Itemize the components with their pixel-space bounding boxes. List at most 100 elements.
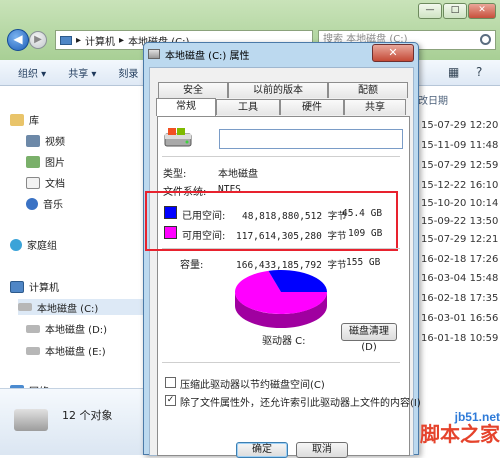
date-cell: 15-11-09 11:48: [421, 140, 499, 151]
compress-label: 压缩此驱动器以节约磁盘空间(C): [180, 380, 325, 391]
close-icon: ✕: [388, 46, 398, 59]
volume-name-input[interactable]: [219, 129, 403, 149]
index-label: 除了文件属性外，还允许索引此驱动器上文件的内容(I): [180, 398, 421, 409]
ok-button[interactable]: 确定: [236, 442, 288, 458]
computer-icon: [10, 280, 24, 293]
cancel-button[interactable]: 取消: [296, 442, 348, 458]
music-icon: [26, 197, 38, 210]
sidebar-item-computer[interactable]: 计算机: [10, 279, 59, 294]
item-count: 12 个对象: [62, 409, 113, 422]
dialog-title: 本地磁盘 (C:) 属性: [165, 50, 250, 62]
video-icon: [26, 134, 40, 147]
column-header-date[interactable]: 改日期: [418, 92, 448, 107]
chevron-right-icon: ▸: [119, 34, 125, 46]
sidebar-item-homegroup[interactable]: 家庭组: [10, 237, 57, 252]
chevron-right-icon: ▸: [76, 34, 82, 46]
watermark-site: jb51.net: [454, 410, 500, 424]
type-value: 本地磁盘: [218, 169, 258, 180]
back-button[interactable]: ◀: [7, 29, 29, 51]
type-label: 类型:: [163, 169, 187, 180]
tab-sharing[interactable]: 共享: [344, 99, 406, 115]
document-icon: [26, 176, 40, 189]
used-space-label: 已用空间:: [182, 211, 226, 222]
sidebar-label: 库: [29, 116, 39, 127]
sidebar-label: 本地磁盘 (D:): [45, 325, 108, 336]
drive-label: 驱动器 C:: [262, 336, 306, 347]
computer-icon: [60, 35, 72, 45]
sidebar-item-music[interactable]: 音乐: [26, 196, 63, 211]
free-space-bytes: 117,614,305,280 字节: [236, 231, 347, 242]
sidebar-label: 音乐: [43, 200, 63, 211]
date-cell: 15-09-22 13:50: [421, 216, 499, 227]
sidebar-label: 本地磁盘 (E:): [45, 347, 106, 358]
arrow-left-icon: ◀: [13, 32, 23, 46]
used-space-size: 45.4 GB: [342, 208, 383, 219]
capacity-size: 155 GB: [346, 257, 381, 268]
used-space-swatch: [164, 206, 177, 219]
divider: [162, 362, 400, 363]
share-label: 共享: [68, 69, 89, 80]
help-icon[interactable]: ?: [476, 65, 492, 81]
used-space-bytes: 48,818,880,512 字节: [242, 211, 347, 222]
sidebar-label: 计算机: [29, 283, 59, 294]
close-button[interactable]: ✕: [468, 3, 496, 19]
check-icon: ✓: [166, 395, 175, 405]
date-cell: 16-03-01 16:56: [421, 313, 499, 324]
free-space-swatch: [164, 226, 177, 239]
compress-checkbox[interactable]: [165, 377, 176, 388]
view-options-icon[interactable]: ▦: [448, 65, 464, 81]
organize-label: 组织: [18, 69, 38, 80]
disk-usage-pie-chart: [235, 270, 327, 328]
date-cell: 15-12-22 16:10: [421, 180, 499, 191]
drive-icon: [14, 409, 48, 431]
sidebar-item-videos[interactable]: 视频: [26, 133, 65, 148]
date-cell: 16-01-18 10:59: [421, 333, 499, 344]
divider: [162, 156, 400, 157]
drive-icon: [18, 303, 32, 311]
free-space-size: 109 GB: [348, 228, 383, 239]
disk-cleanup-button[interactable]: 磁盘清理(D): [341, 323, 397, 353]
arrow-right-icon: ▶: [34, 34, 42, 45]
sidebar-item-pictures[interactable]: 图片: [26, 154, 65, 169]
drive-icon: [26, 346, 40, 355]
tab-security[interactable]: 安全: [158, 82, 228, 98]
date-cell: 15-07-29 12:21: [421, 234, 499, 245]
dialog-close-button[interactable]: ✕: [372, 44, 414, 62]
free-space-label: 可用空间:: [182, 231, 226, 242]
sidebar-label: 家庭组: [27, 241, 57, 252]
date-cell: 16-02-18 17:35: [421, 293, 499, 304]
watermark: jb51.net 脚本之家: [372, 410, 500, 455]
dialog-title-bar[interactable]: 本地磁盘 (C:) 属性: [148, 45, 250, 63]
breadcrumb-computer[interactable]: 计算机: [85, 33, 115, 48]
sidebar-item-library[interactable]: 库: [10, 112, 39, 127]
drive-icon: [26, 324, 40, 333]
divider: [162, 248, 400, 249]
sidebar-item-drive-d[interactable]: 本地磁盘 (D:): [26, 321, 107, 336]
burn-button[interactable]: 刻录: [118, 65, 138, 80]
tab-hardware[interactable]: 硬件: [280, 99, 344, 115]
watermark-name: 脚本之家: [420, 424, 500, 446]
sidebar-item-drive-c[interactable]: 本地磁盘 (C:): [18, 299, 143, 315]
minimize-button[interactable]: —: [418, 3, 442, 19]
organize-menu[interactable]: 组织 ▾: [18, 65, 46, 80]
details-pane: 12 个对象: [0, 388, 143, 455]
date-cell: 16-03-04 15:48: [421, 273, 499, 284]
sidebar-label: 文档: [45, 179, 65, 190]
homegroup-icon: [10, 238, 22, 251]
maximize-button[interactable]: □: [443, 3, 467, 19]
capacity-label: 容量:: [180, 260, 204, 271]
drive-icon: [148, 49, 160, 59]
forward-button[interactable]: ▶: [29, 31, 47, 49]
tab-quota[interactable]: 配额: [328, 82, 408, 98]
tab-previous-versions[interactable]: 以前的版本: [228, 82, 328, 98]
library-icon: [10, 113, 24, 126]
sidebar-item-documents[interactable]: 文档: [26, 175, 65, 190]
date-cell: 15-10-20 10:14: [421, 198, 499, 209]
hard-drive-icon: [164, 128, 192, 147]
share-menu[interactable]: 共享 ▾: [68, 65, 96, 80]
date-cell: 16-02-18 17:26: [421, 254, 499, 265]
tab-tools[interactable]: 工具: [216, 99, 280, 115]
sidebar-item-drive-e[interactable]: 本地磁盘 (E:): [26, 343, 106, 358]
tab-general[interactable]: 常规: [156, 98, 216, 116]
index-checkbox[interactable]: ✓: [165, 395, 176, 406]
